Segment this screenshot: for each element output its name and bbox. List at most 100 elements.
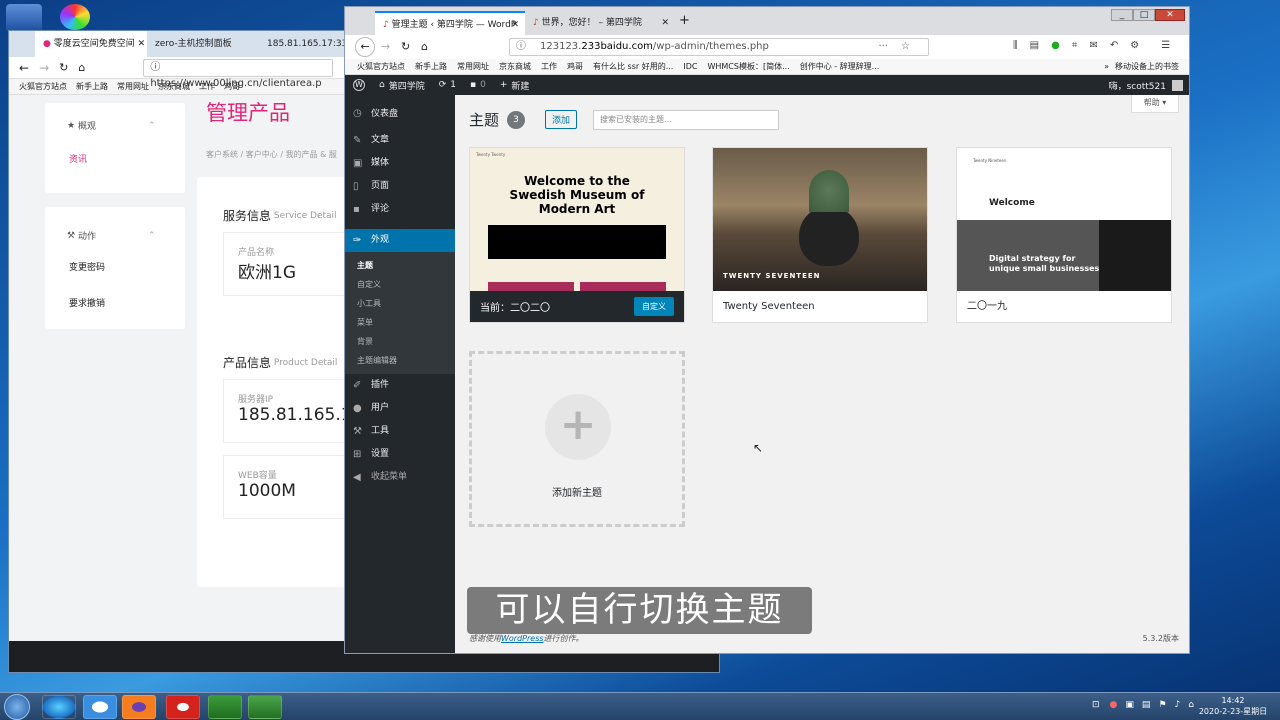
customize-button[interactable]: 自定义 — [634, 297, 674, 316]
bookmark[interactable]: 常用网址 — [457, 61, 489, 72]
theme-card-twentytwenty[interactable]: Twenty Twenty Welcome to the Swedish Mus… — [469, 147, 685, 323]
forward-icon[interactable]: → — [39, 61, 49, 75]
back-tab-1[interactable]: zero-主机控制面板 — [147, 31, 259, 57]
menu-comments[interactable]: ▪ 评论 — [345, 198, 455, 221]
menu-icon[interactable]: ☰ — [1161, 40, 1170, 51]
bookmark[interactable]: 工作 — [541, 61, 557, 72]
close-tab-icon[interactable]: ✕ — [511, 13, 519, 35]
admin-site-name[interactable]: 第四学院 — [389, 79, 425, 92]
footer-wordpress-link[interactable]: WordPress — [501, 634, 544, 643]
maximize-icon[interactable]: □ — [1133, 9, 1155, 21]
home-icon[interactable]: ⌂ — [78, 61, 85, 74]
menu-plugins[interactable]: ✐ 插件 — [345, 374, 455, 397]
tray-icon[interactable]: ▣ — [1125, 700, 1134, 710]
front-url-input[interactable]: ⓘ 123123.233baidu.com/wp-admin/themes.php… — [509, 38, 929, 56]
back-icon[interactable]: ← — [19, 61, 29, 75]
help-tab[interactable]: 帮助 ▾ — [1131, 95, 1179, 113]
menu-dashboard[interactable]: ◷ 仪表盘 — [345, 99, 455, 129]
back-url-input[interactable]: ⓘ https://www.00ling.cn/clientarea.p — [143, 58, 334, 89]
reload-icon[interactable]: ↻ — [401, 40, 410, 53]
volume-icon[interactable]: ♪ — [1175, 700, 1181, 710]
submenu-widgets[interactable]: 小工具 — [345, 294, 455, 313]
admin-howdy[interactable]: 嗨，scott521 — [1109, 79, 1166, 92]
new-tab-icon[interactable]: + — [679, 13, 690, 28]
addon-icon[interactable]: ⚙ — [1130, 40, 1139, 51]
add-theme-button[interactable]: 添加 — [545, 110, 578, 129]
theme-card-twentyseventeen[interactable]: TWENTY SEVENTEEN Twenty Seventeen — [712, 147, 928, 323]
bookmark[interactable]: 京东商城 — [158, 81, 190, 92]
close-icon[interactable]: ✕ — [1155, 9, 1185, 21]
menu-settings[interactable]: ⊞ 设置 — [345, 443, 455, 466]
clock[interactable]: 14:42 2020-2-23-星期日 — [1198, 695, 1268, 717]
bookmark[interactable]: 京东商城 — [499, 61, 531, 72]
taskbar-netease-music-icon[interactable] — [166, 695, 200, 719]
bookmark[interactable]: 火狐官方站点 — [19, 81, 67, 92]
bookmark[interactable]: 有什么比 ssr 好用的... — [593, 61, 673, 72]
bookmark[interactable]: 新手上路 — [415, 61, 447, 72]
mobile-bookmarks[interactable]: 移动设备上的书签 — [1115, 61, 1179, 72]
back-tab-0[interactable]: ● 零度云空间免费空间 ✕ — [35, 31, 147, 57]
bookmark[interactable]: 创作中心 - 辞理辞理... — [800, 61, 880, 72]
avatar[interactable] — [1172, 79, 1183, 91]
info-link[interactable]: 资讯 — [69, 152, 185, 165]
taskbar-firefox-icon[interactable] — [122, 695, 156, 719]
desktop-icon-colorwheel[interactable] — [60, 4, 90, 30]
back-icon[interactable]: ← — [355, 37, 375, 57]
theme-search-input[interactable]: 搜索已安装的主题... — [593, 109, 780, 130]
desktop-icon-computer[interactable] — [6, 4, 42, 32]
taskbar-camtasia-icon[interactable] — [208, 695, 242, 719]
menu-collapse[interactable]: ◀ 收起菜单 — [345, 466, 455, 489]
chat-icon[interactable]: ✉ — [1089, 40, 1097, 51]
taskbar-camtasia2-icon[interactable] — [248, 695, 282, 719]
tray-icon[interactable]: ● — [1110, 700, 1118, 710]
front-tab-themes[interactable]: ♪ 管理主题 ‹ 第四学院 — WordP ✕ — [375, 11, 525, 35]
breadcrumb-item[interactable]: 客户系统 — [206, 149, 238, 160]
breadcrumb-item[interactable]: 客户中心 — [246, 149, 278, 160]
menu-posts[interactable]: ✎ 文章 — [345, 129, 455, 152]
bookmark-star-icon[interactable]: ☆ — [901, 39, 910, 55]
submenu-themes[interactable]: 主题 — [345, 256, 455, 275]
info-icon[interactable]: ⓘ — [516, 39, 526, 55]
minimize-icon[interactable]: _ — [1111, 9, 1133, 21]
breadcrumb-item[interactable]: 我的产品 & 服 — [286, 149, 337, 160]
close-tab-icon[interactable]: ✕ — [661, 11, 669, 35]
chevron-up-icon[interactable]: ⌃ — [148, 121, 156, 131]
front-tab-hello[interactable]: ♪ 世界，您好！ – 第四学院 ✕ — [525, 11, 675, 35]
theme-card-twentynineteen[interactable]: Twenty Nineteen Welcome Digital strategy… — [956, 147, 1172, 323]
admin-comments-count[interactable]: 0 — [480, 80, 486, 90]
bookmark[interactable]: 工作 — [199, 81, 215, 92]
tray-icon[interactable]: ⌂ — [1188, 700, 1194, 710]
menu-media[interactable]: ▣ 媒体 — [345, 152, 455, 175]
wordpress-logo-icon[interactable]: W — [353, 79, 365, 91]
chevron-up-icon[interactable]: ⌃ — [148, 231, 156, 241]
taskbar-ie-icon[interactable] — [42, 695, 76, 719]
front-browser-window[interactable]: ♪ 管理主题 ‹ 第四学院 — WordP ✕ ♪ 世界，您好！ – 第四学院 ✕ … — [344, 6, 1190, 654]
chevron-right-icon[interactable]: » — [1104, 62, 1109, 71]
forward-icon[interactable]: → — [381, 40, 390, 53]
menu-users[interactable]: ● 用户 — [345, 397, 455, 420]
more-icon[interactable]: ··· — [878, 39, 888, 55]
bookmark[interactable]: 常用网址 — [117, 81, 149, 92]
bookmark[interactable]: 火狐官方站点 — [357, 61, 405, 72]
action-change-password[interactable]: 变更密码 — [69, 260, 185, 273]
tray-icon[interactable]: ⊡ — [1092, 700, 1100, 710]
submenu-menus[interactable]: 菜单 — [345, 313, 455, 332]
submenu-theme-editor[interactable]: 主题编辑器 — [345, 351, 455, 370]
network-icon[interactable]: ⚑ — [1158, 700, 1166, 710]
bookmark[interactable]: 新手上路 — [76, 81, 108, 92]
bookmark[interactable]: 鸡哥 — [567, 61, 583, 72]
screenshot-icon[interactable]: ⌗ — [1072, 40, 1078, 51]
library-icon[interactable]: ⫼ — [1013, 40, 1018, 51]
admin-updates-count[interactable]: 1 — [450, 80, 456, 90]
tray-icon[interactable]: ▤ — [1142, 700, 1151, 710]
extension-icon[interactable]: ● — [1051, 40, 1060, 51]
menu-tools[interactable]: ⚒ 工具 — [345, 420, 455, 443]
reload-icon[interactable]: ↻ — [59, 61, 68, 74]
home-icon[interactable]: ⌂ — [421, 40, 428, 53]
submenu-background[interactable]: 背景 — [345, 332, 455, 351]
admin-new[interactable]: 新建 — [511, 79, 529, 92]
bookmark[interactable]: WHMCS模板：[简体... — [707, 61, 789, 72]
taskbar-baidu-icon[interactable] — [83, 695, 117, 719]
sidebar-icon[interactable]: ▤ — [1030, 40, 1039, 51]
submenu-customize[interactable]: 自定义 — [345, 275, 455, 294]
